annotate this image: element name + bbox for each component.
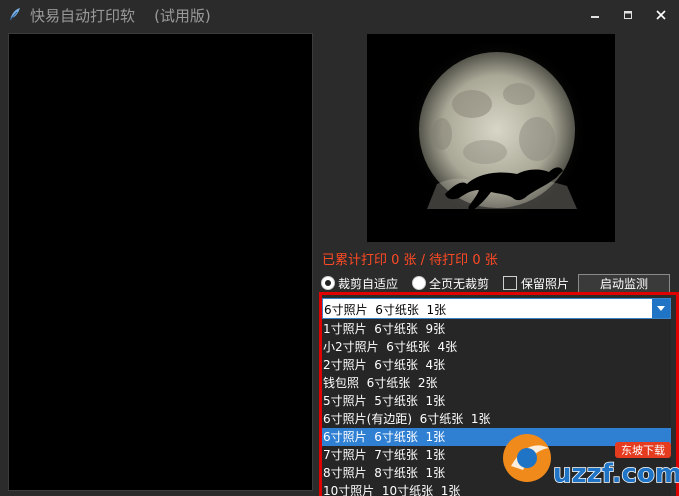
dropdown-option[interactable]: 2寸照片 6寸纸张 4张 [322, 356, 671, 374]
close-icon [656, 10, 666, 20]
dropdown-option[interactable]: 钱包照 6寸纸张 2张 [322, 374, 671, 392]
dropdown-option[interactable]: 5寸照片 5寸纸张 1张 [322, 392, 671, 410]
uzzf-logo: 东坡下载 uzzf.com [503, 434, 679, 490]
full-page-label: 全页无裁剪 [429, 277, 490, 291]
paper-size-select[interactable]: 6寸照片 6寸纸张 1张 [322, 298, 671, 319]
print-preview-area [8, 33, 313, 491]
start-monitor-button[interactable]: 启动监测 [578, 274, 670, 294]
window-title: 快易自动打印软 (试用版) [30, 7, 211, 25]
paper-size-selected-value: 6寸照片 6寸纸张 1张 [324, 303, 447, 317]
feather-icon [9, 8, 20, 21]
full-page-radio[interactable] [412, 276, 426, 290]
crop-fit-label: 裁剪自适应 [338, 277, 399, 291]
moon-wolf-image [367, 34, 615, 242]
radio-selected-dot [325, 280, 331, 286]
minimize-button[interactable] [580, 0, 610, 30]
print-status: 已累计打印 0 张 / 待打印 0 张 [322, 253, 498, 268]
title-bar: 快易自动打印软 (试用版) [0, 0, 679, 30]
dropdown-option[interactable]: 小2寸照片 6寸纸张 4张 [322, 338, 671, 356]
maximize-button[interactable] [613, 0, 643, 30]
site-watermark: 东坡下载 uzzf.com [497, 420, 679, 496]
watermark-tag: 东坡下载 [621, 444, 665, 457]
dropdown-option[interactable]: 1寸照片 6寸纸张 9张 [322, 320, 671, 338]
close-button[interactable] [646, 0, 676, 30]
keep-photo-checkbox[interactable] [503, 276, 517, 290]
dropdown-toggle[interactable] [652, 299, 670, 318]
chevron-down-icon [657, 306, 665, 311]
minimize-icon [591, 16, 599, 18]
watermark-brand: uzzf.com [553, 459, 679, 489]
crop-fit-radio[interactable] [321, 276, 335, 290]
keep-photo-label: 保留照片 [521, 277, 570, 291]
logo-image [367, 34, 615, 242]
maximize-icon [624, 11, 632, 19]
options-row: 裁剪自适应 全页无裁剪 保留照片 启动监测 [319, 274, 675, 294]
